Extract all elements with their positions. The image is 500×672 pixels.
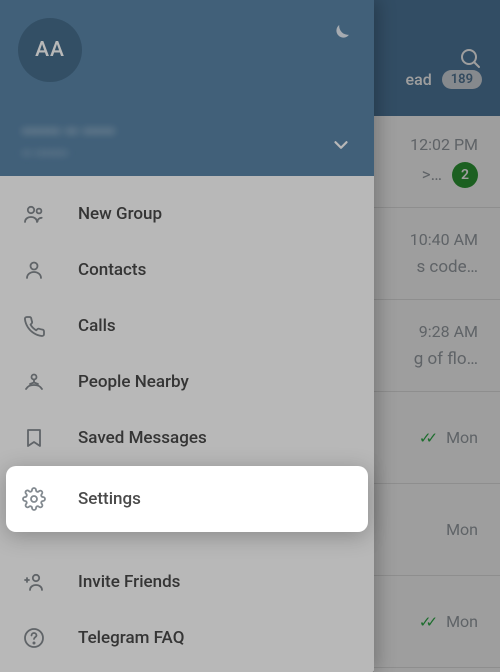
menu-item-faq[interactable]: Telegram FAQ: [0, 610, 374, 666]
people-nearby-icon: [22, 370, 46, 394]
moon-icon[interactable]: [328, 22, 352, 46]
drawer-menu: New Group Contacts Calls People Nearby S: [0, 176, 374, 672]
bookmark-icon: [22, 426, 46, 450]
menu-label: Calls: [78, 316, 116, 336]
menu-item-contacts[interactable]: Contacts: [0, 242, 374, 298]
group-icon: [22, 202, 46, 226]
gear-icon: [22, 487, 46, 511]
menu-label: New Group: [78, 204, 162, 224]
menu-item-settings[interactable]: Settings: [6, 466, 368, 532]
profile-name: •••••• •• •••••: [22, 122, 352, 142]
navigation-drawer: AA •••••• •• ••••• •• ••••••• New Group …: [0, 0, 374, 672]
phone-icon: [22, 314, 46, 338]
profile-phone: •• •••••••: [22, 146, 352, 162]
avatar[interactable]: AA: [18, 18, 82, 82]
menu-item-invite-friends[interactable]: Invite Friends: [0, 554, 374, 610]
menu-item-new-group[interactable]: New Group: [0, 186, 374, 242]
menu-label: Telegram FAQ: [78, 628, 184, 648]
menu-label: Settings: [78, 489, 141, 509]
menu-item-people-nearby[interactable]: People Nearby: [0, 354, 374, 410]
add-person-icon: [22, 570, 46, 594]
drawer-header: AA •••••• •• ••••• •• •••••••: [0, 0, 374, 176]
avatar-initials: AA: [35, 38, 65, 62]
menu-label: People Nearby: [78, 372, 189, 392]
menu-item-calls[interactable]: Calls: [0, 298, 374, 354]
menu-item-saved-messages[interactable]: Saved Messages: [0, 410, 374, 466]
help-icon: [22, 626, 46, 650]
menu-label: Saved Messages: [78, 428, 207, 448]
chevron-down-icon[interactable]: [330, 134, 352, 156]
menu-label: Invite Friends: [78, 572, 180, 592]
person-icon: [22, 258, 46, 282]
menu-label: Contacts: [78, 260, 146, 280]
